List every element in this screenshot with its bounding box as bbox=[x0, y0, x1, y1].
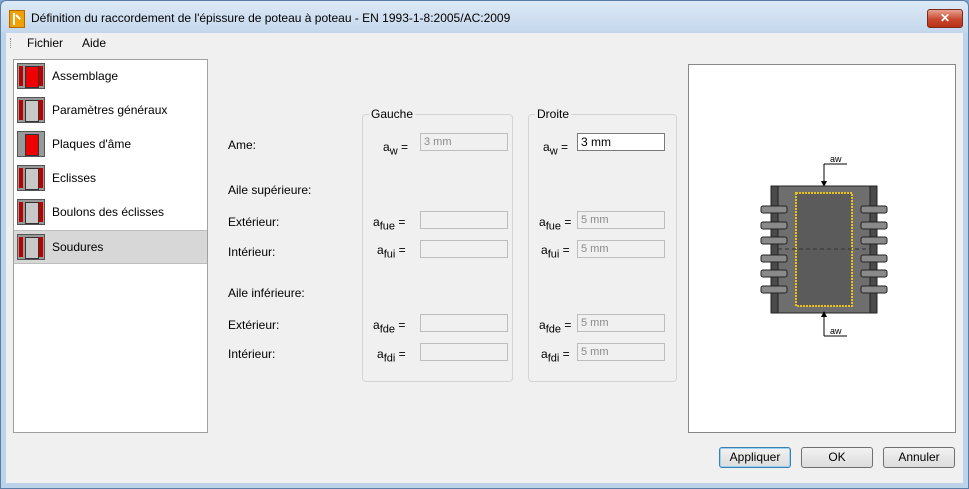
afui-symbol: afui = bbox=[377, 243, 406, 261]
left-afui-input[interactable] bbox=[420, 240, 508, 258]
menu-help[interactable]: Aide bbox=[82, 36, 106, 50]
bottom-flange-label: Aile inférieure: bbox=[228, 286, 305, 300]
nav-item-splice-bolts[interactable]: Boulons des éclisses bbox=[14, 196, 207, 228]
ok-button[interactable]: OK bbox=[801, 447, 873, 468]
nav-item-label: Soudures bbox=[52, 240, 104, 254]
aw-symbol: aw = bbox=[543, 140, 568, 158]
nav-item-splice-plates[interactable]: Eclisses bbox=[14, 162, 207, 194]
nav-item-label: Assemblage bbox=[52, 69, 119, 83]
right-afue-input[interactable] bbox=[577, 211, 665, 229]
close-button[interactable]: ✕ bbox=[927, 9, 963, 28]
web-plates-icon bbox=[17, 131, 45, 157]
left-aw-input[interactable] bbox=[420, 133, 508, 151]
left-group-title: Gauche bbox=[369, 107, 416, 121]
connection-preview: aw aw bbox=[688, 64, 956, 433]
right-afui-input[interactable] bbox=[577, 240, 665, 258]
left-afue-input[interactable] bbox=[420, 211, 508, 229]
general-parameters-icon bbox=[17, 97, 45, 123]
menu-file[interactable]: Fichier bbox=[27, 36, 63, 50]
window-title: Définition du raccordement de l'épissure… bbox=[31, 11, 511, 25]
nav-panel: Assemblage Paramètres généraux Plaques d… bbox=[13, 59, 208, 433]
top-int-label: Intérieur: bbox=[228, 245, 276, 259]
right-group-title: Droite bbox=[535, 107, 572, 121]
bottom-ext-label: Extérieur: bbox=[228, 318, 280, 332]
afui-symbol: afui = bbox=[541, 243, 570, 261]
nav-item-label: Boulons des éclisses bbox=[52, 205, 165, 219]
afue-symbol: afue = bbox=[539, 215, 572, 233]
menu-bar: Fichier Aide bbox=[6, 33, 963, 53]
top-flange-label: Aile supérieure: bbox=[228, 183, 312, 197]
app-logo-icon bbox=[9, 10, 25, 28]
nav-item-assembly[interactable]: Assemblage bbox=[14, 60, 207, 92]
afde-symbol: afde = bbox=[539, 318, 572, 336]
splice-bolts-icon bbox=[17, 199, 45, 225]
menu-grip-icon bbox=[10, 38, 13, 48]
nav-item-label: Plaques d'âme bbox=[52, 137, 132, 151]
afdi-symbol: afdi = bbox=[377, 347, 406, 365]
assembly-icon bbox=[17, 63, 45, 89]
dialog-window: Définition du raccordement de l'épissure… bbox=[0, 0, 969, 489]
left-group: Gauche aw = afue = afui = afde = afdi = bbox=[362, 107, 513, 382]
weld-label-bottom: aw bbox=[830, 326, 842, 336]
cancel-button[interactable]: Annuler bbox=[883, 447, 955, 468]
top-ext-label: Extérieur: bbox=[228, 215, 280, 229]
title-bar: Définition du raccordement de l'épissure… bbox=[1, 1, 968, 33]
afdi-symbol: afdi = bbox=[541, 347, 570, 365]
web-row-label: Ame: bbox=[228, 138, 257, 152]
afde-symbol: afde = bbox=[373, 318, 406, 336]
afue-symbol: afue = bbox=[373, 215, 406, 233]
nav-item-welds[interactable]: Soudures bbox=[14, 230, 207, 264]
nav-item-label: Eclisses bbox=[52, 171, 97, 185]
apply-button[interactable]: Appliquer bbox=[719, 447, 791, 468]
right-aw-input[interactable] bbox=[577, 133, 665, 151]
nav-item-general-parameters[interactable]: Paramètres généraux bbox=[14, 94, 207, 126]
left-afde-input[interactable] bbox=[420, 314, 508, 332]
splice-drawing: aw aw bbox=[760, 154, 888, 337]
nav-item-web-plates[interactable]: Plaques d'âme bbox=[14, 128, 207, 160]
weld-label-top: aw bbox=[830, 154, 842, 164]
right-afde-input[interactable] bbox=[577, 314, 665, 332]
welds-icon bbox=[17, 234, 45, 260]
right-afdi-input[interactable] bbox=[577, 343, 665, 361]
nav-item-label: Paramètres généraux bbox=[52, 103, 168, 117]
left-afdi-input[interactable] bbox=[420, 343, 508, 361]
bottom-int-label: Intérieur: bbox=[228, 347, 276, 361]
dialog-client: Fichier Aide Assemblage Paramètres génér… bbox=[6, 33, 963, 483]
aw-symbol: aw = bbox=[383, 140, 408, 158]
right-group: Droite aw = afue = afui = afde = afdi = bbox=[528, 107, 677, 382]
splice-plates-icon bbox=[17, 165, 45, 191]
